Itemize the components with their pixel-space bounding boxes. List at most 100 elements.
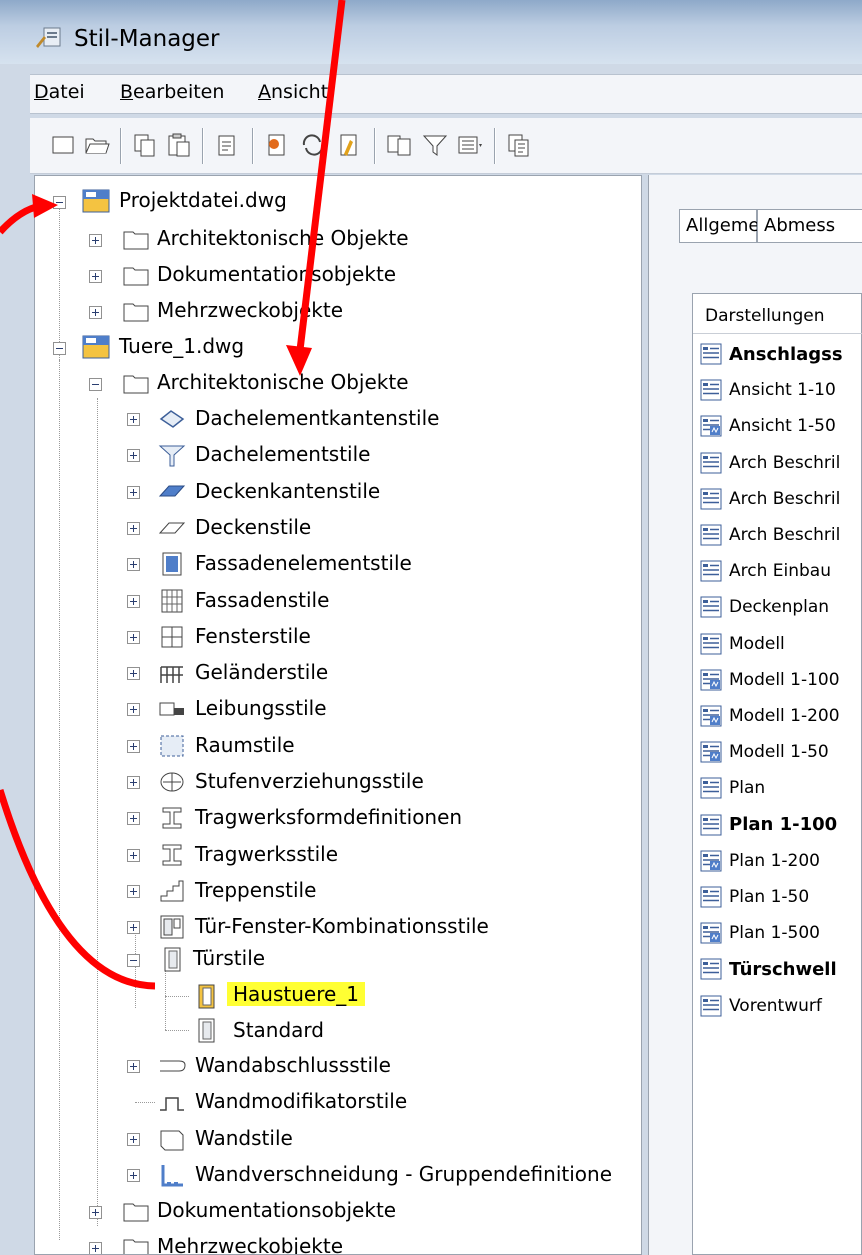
- tree-node-raumstile[interactable]: Raumstile: [195, 733, 295, 757]
- expand-node[interactable]: [127, 921, 140, 935]
- window-style-icon: [161, 626, 183, 648]
- representation-item[interactable]: Modell 1-200: [699, 701, 840, 731]
- expand-node[interactable]: [127, 884, 140, 898]
- expand-node[interactable]: [127, 776, 140, 789]
- collapse-projektdatei[interactable]: [53, 196, 66, 209]
- tree-node-dachelementstile[interactable]: Dachelementstile: [195, 442, 370, 466]
- expand-node[interactable]: [127, 485, 140, 499]
- tree-node-standard[interactable]: Standard: [233, 1018, 324, 1042]
- representation-item[interactable]: Türschwell: [699, 954, 837, 984]
- collapse-node[interactable]: [89, 378, 102, 391]
- style-tree[interactable]: Projektdatei.dwg Architektonische Objekt…: [34, 175, 642, 1255]
- tree-node-mehrzweckobjekte[interactable]: Mehrzweckobjekte: [157, 298, 343, 322]
- tree-node-wandverschneidung-gruppendefinitione[interactable]: Wandverschneidung - Gruppendefinitione: [195, 1162, 612, 1186]
- rep-icon: [700, 596, 722, 618]
- expand-node[interactable]: [127, 413, 140, 426]
- expand-node[interactable]: [127, 848, 140, 862]
- collapse-tuere-1[interactable]: [53, 342, 66, 355]
- tree-node-dokumentationsobjekte-2[interactable]: Dokumentationsobjekte: [157, 1198, 396, 1222]
- toggle-view-icon[interactable]: [384, 130, 414, 160]
- paste-icon[interactable]: [164, 130, 194, 160]
- tree-node-fassadenstile[interactable]: Fassadenstile: [195, 588, 329, 612]
- tree-node-tuere-1[interactable]: Tuere_1.dwg: [119, 334, 244, 358]
- expand-node[interactable]: [127, 812, 140, 826]
- expand-node[interactable]: [127, 521, 140, 535]
- tree-node-dokumentationsobjekte[interactable]: Dokumentationsobjekte: [157, 262, 396, 286]
- representation-item[interactable]: Ansicht 1-50: [699, 411, 836, 441]
- sync-icon[interactable]: [298, 130, 328, 160]
- tree-node-wandmodifikatorstile[interactable]: Wandmodifikatorstile: [195, 1089, 407, 1113]
- expand-node[interactable]: [127, 594, 140, 608]
- menu-ansicht[interactable]: Ansicht: [258, 81, 328, 103]
- expand-node[interactable]: [89, 306, 102, 319]
- expand-node[interactable]: [127, 1132, 140, 1146]
- expand-node[interactable]: [127, 1168, 140, 1182]
- purge-icon[interactable]: [212, 130, 242, 160]
- tree-node-t-r-fenster-kombinationsstile[interactable]: Tür-Fenster-Kombinationsstile: [195, 914, 489, 938]
- tree-node-wandabschlussstile[interactable]: Wandabschlussstile: [195, 1053, 391, 1077]
- expand-node[interactable]: [89, 270, 102, 283]
- expand-node[interactable]: [89, 234, 102, 247]
- tree-node-stufenverziehungsstile[interactable]: Stufenverziehungsstile: [195, 769, 424, 793]
- tree-node-architektonische-objekte[interactable]: Architektonische Objekte: [157, 226, 409, 250]
- rep-icon: [700, 452, 722, 474]
- representation-item[interactable]: Vorentwurf: [699, 991, 822, 1021]
- expand-node[interactable]: [127, 667, 140, 681]
- tree-node-deckenstile[interactable]: Deckenstile: [195, 515, 311, 539]
- cleanup-icon[interactable]: [334, 130, 364, 160]
- tree-node-fassadenelementstile[interactable]: Fassadenelementstile: [195, 551, 412, 575]
- copy-icon[interactable]: [130, 130, 160, 160]
- filter-icon[interactable]: [420, 130, 450, 160]
- representation-item[interactable]: Arch Beschril: [699, 484, 840, 514]
- tree-node-deckenkantenstile[interactable]: Deckenkantenstile: [195, 479, 380, 503]
- representation-item[interactable]: Plan: [699, 773, 765, 803]
- expand-node[interactable]: [127, 630, 140, 644]
- tree-node-gel-nderstile[interactable]: Geländerstile: [195, 660, 328, 684]
- tab-abmessungen[interactable]: Abmess: [757, 209, 862, 243]
- expand-node[interactable]: [89, 1242, 102, 1254]
- expand-node[interactable]: [127, 558, 140, 572]
- representation-item[interactable]: Modell 1-50: [699, 737, 829, 767]
- tree-node-architektonische-objekte-2[interactable]: Architektonische Objekte: [157, 370, 409, 394]
- tab-allgemein[interactable]: Allgemein: [679, 209, 776, 243]
- tree-node-mehrzweckobjekte-2[interactable]: Mehrzweckobjekte: [157, 1234, 343, 1254]
- representation-item[interactable]: Arch Einbau: [699, 556, 831, 586]
- expand-node[interactable]: [89, 1206, 102, 1219]
- expand-node[interactable]: [127, 1060, 140, 1073]
- representation-item[interactable]: Modell: [699, 629, 785, 659]
- representation-item[interactable]: Plan 1-500: [699, 918, 820, 948]
- representation-item[interactable]: Anschlagss: [699, 339, 843, 369]
- tree-node-wandstile[interactable]: Wandstile: [195, 1126, 293, 1150]
- tree-node-dachelementkantenstile[interactable]: Dachelementkantenstile: [195, 406, 439, 430]
- new-icon[interactable]: [48, 130, 78, 160]
- collapse-tuerstile[interactable]: [127, 954, 140, 967]
- tree-node-treppenstile[interactable]: Treppenstile: [195, 878, 316, 902]
- tree-node-tragwerksstile[interactable]: Tragwerksstile: [195, 842, 338, 866]
- menu-bearbeiten[interactable]: Bearbeiten: [120, 81, 224, 103]
- tree-node-tuerstile[interactable]: Türstile: [193, 946, 265, 970]
- expand-node[interactable]: [127, 739, 140, 753]
- representation-item[interactable]: Deckenplan: [699, 592, 829, 622]
- expand-node[interactable]: [127, 703, 140, 717]
- representations-list[interactable]: Darstellungen Anschlagss Ansicht 1-10 Ansi…: [692, 293, 862, 1255]
- representation-item[interactable]: Plan 1-200: [699, 846, 820, 876]
- representation-item[interactable]: Plan 1-50: [699, 882, 809, 912]
- tree-node-tragwerksformdefinitionen[interactable]: Tragwerksformdefinitionen: [195, 805, 462, 829]
- menu-datei[interactable]: Datei: [34, 81, 85, 103]
- representation-item[interactable]: Arch Beschril: [699, 520, 840, 550]
- tree-node-haustuere-1[interactable]: Haustuere_1: [227, 982, 366, 1006]
- view-dropdown-icon[interactable]: [456, 130, 486, 160]
- open-icon[interactable]: [82, 130, 112, 160]
- representation-item[interactable]: Arch Beschril: [699, 448, 840, 478]
- tree-node-leibungsstile[interactable]: Leibungsstile: [195, 696, 327, 720]
- list-header-darstellungen[interactable]: Darstellungen: [693, 294, 862, 334]
- tree-node-fensterstile[interactable]: Fensterstile: [195, 624, 311, 648]
- rep-icon: [700, 958, 722, 980]
- edit-style-icon[interactable]: [262, 130, 292, 160]
- representation-item[interactable]: Modell 1-100: [699, 665, 840, 695]
- expand-node[interactable]: [127, 449, 140, 463]
- representation-item[interactable]: Plan 1-100: [699, 810, 837, 840]
- inspect-icon[interactable]: [504, 130, 534, 160]
- representation-item[interactable]: Ansicht 1-10: [699, 375, 836, 405]
- tree-node-projektdatei[interactable]: Projektdatei.dwg: [119, 188, 287, 212]
